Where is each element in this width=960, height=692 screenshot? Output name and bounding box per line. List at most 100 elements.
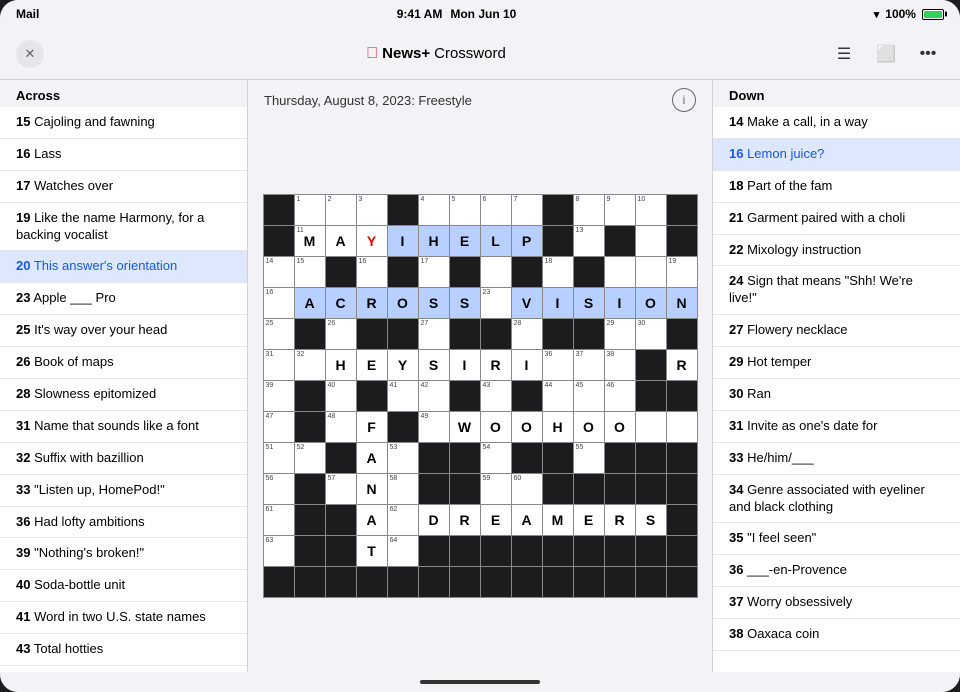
cell-4-5[interactable]: 27: [419, 319, 449, 349]
cell-4-7[interactable]: [481, 319, 511, 349]
cell-1-8[interactable]: P: [512, 226, 542, 256]
cell-5-9[interactable]: 36: [543, 350, 573, 380]
cell-9-12[interactable]: [636, 474, 666, 504]
cell-6-9[interactable]: 44: [543, 381, 573, 411]
down-clue-18[interactable]: 18 Part of the fam: [713, 171, 960, 203]
cell-8-6[interactable]: [450, 443, 480, 473]
cell-6-12[interactable]: [636, 381, 666, 411]
across-clue-28[interactable]: 28 Slowness epitomized: [0, 379, 247, 411]
cell-4-13[interactable]: [667, 319, 697, 349]
cell-7-0[interactable]: 47: [264, 412, 294, 442]
cell-7-5[interactable]: 49: [419, 412, 449, 442]
cell-3-12[interactable]: O: [636, 288, 666, 318]
cell-11-2[interactable]: [326, 536, 356, 566]
cell-0-13[interactable]: [667, 195, 697, 225]
across-clue-15[interactable]: 15 Cajoling and fawning: [0, 107, 247, 139]
cell-10-6[interactable]: R: [450, 505, 480, 535]
cell-7-9[interactable]: H: [543, 412, 573, 442]
cell-12-4[interactable]: [388, 567, 418, 597]
info-button[interactable]: i: [672, 88, 696, 112]
across-clue-23[interactable]: 23 Apple ___ Pro: [0, 283, 247, 315]
cell-2-5[interactable]: 17: [419, 257, 449, 287]
cell-2-2[interactable]: [326, 257, 356, 287]
cell-7-3[interactable]: F: [357, 412, 387, 442]
cell-4-10[interactable]: [574, 319, 604, 349]
down-clue-21[interactable]: 21 Garment paired with a choli: [713, 203, 960, 235]
down-clue-29[interactable]: 29 Hot temper: [713, 347, 960, 379]
cell-5-10[interactable]: 37: [574, 350, 604, 380]
cell-10-0[interactable]: 61: [264, 505, 294, 535]
down-clue-30[interactable]: 30 Ran: [713, 379, 960, 411]
close-button[interactable]: ✕: [16, 40, 44, 68]
list-view-button[interactable]: ☰: [828, 38, 860, 70]
cell-12-13[interactable]: [667, 567, 697, 597]
cell-11-1[interactable]: [295, 536, 325, 566]
cell-7-7[interactable]: O: [481, 412, 511, 442]
cell-12-10[interactable]: [574, 567, 604, 597]
cell-10-8[interactable]: A: [512, 505, 542, 535]
down-clue-14[interactable]: 14 Make a call, in a way: [713, 107, 960, 139]
cell-5-13[interactable]: R: [667, 350, 697, 380]
cell-1-9[interactable]: [543, 226, 573, 256]
cell-11-3[interactable]: T: [357, 536, 387, 566]
cell-4-11[interactable]: 29: [605, 319, 635, 349]
cell-6-0[interactable]: 39: [264, 381, 294, 411]
cell-4-12[interactable]: 30: [636, 319, 666, 349]
cell-0-12[interactable]: 10: [636, 195, 666, 225]
cell-2-12[interactable]: [636, 257, 666, 287]
cell-4-0[interactable]: 25: [264, 319, 294, 349]
down-clue-22[interactable]: 22 Mixology instruction: [713, 235, 960, 267]
cell-5-6[interactable]: I: [450, 350, 480, 380]
cell-1-2[interactable]: A: [326, 226, 356, 256]
cell-8-13[interactable]: [667, 443, 697, 473]
cell-7-10[interactable]: O: [574, 412, 604, 442]
cell-3-2[interactable]: C: [326, 288, 356, 318]
cell-12-12[interactable]: [636, 567, 666, 597]
cell-5-4[interactable]: Y: [388, 350, 418, 380]
cell-5-3[interactable]: E: [357, 350, 387, 380]
cell-8-0[interactable]: 51: [264, 443, 294, 473]
cell-1-11[interactable]: [605, 226, 635, 256]
across-clue-33[interactable]: 33 "Listen up, HomePod!": [0, 475, 247, 507]
down-clue-27[interactable]: 27 Flowery necklace: [713, 315, 960, 347]
cell-2-1[interactable]: 15: [295, 257, 325, 287]
cell-10-13[interactable]: [667, 505, 697, 535]
cell-3-1[interactable]: A: [295, 288, 325, 318]
cell-11-11[interactable]: [605, 536, 635, 566]
down-clue-33[interactable]: 33 He/him/___: [713, 443, 960, 475]
cell-9-7[interactable]: 59: [481, 474, 511, 504]
across-clue-40[interactable]: 40 Soda-bottle unit: [0, 570, 247, 602]
cell-0-6[interactable]: 5: [450, 195, 480, 225]
across-clue-17[interactable]: 17 Watches over: [0, 171, 247, 203]
down-clue-37[interactable]: 37 Worry obsessively: [713, 587, 960, 619]
cell-11-10[interactable]: [574, 536, 604, 566]
cell-4-3[interactable]: [357, 319, 387, 349]
cell-3-13[interactable]: N: [667, 288, 697, 318]
cell-6-5[interactable]: 42: [419, 381, 449, 411]
cell-1-13[interactable]: [667, 226, 697, 256]
cell-2-10[interactable]: [574, 257, 604, 287]
cell-5-7[interactable]: R: [481, 350, 511, 380]
cell-12-7[interactable]: [481, 567, 511, 597]
cell-12-1[interactable]: [295, 567, 325, 597]
cell-10-4[interactable]: 62: [388, 505, 418, 535]
cell-0-11[interactable]: 9: [605, 195, 635, 225]
cell-11-13[interactable]: [667, 536, 697, 566]
cell-3-11[interactable]: I: [605, 288, 635, 318]
down-clue-36[interactable]: 36 ___-en-Provence: [713, 555, 960, 587]
cell-8-4[interactable]: 53: [388, 443, 418, 473]
cell-1-6[interactable]: E: [450, 226, 480, 256]
cell-8-12[interactable]: [636, 443, 666, 473]
cell-0-2[interactable]: 2: [326, 195, 356, 225]
cell-5-0[interactable]: 31: [264, 350, 294, 380]
across-clue-26[interactable]: 26 Book of maps: [0, 347, 247, 379]
cell-4-9[interactable]: [543, 319, 573, 349]
cell-0-7[interactable]: 6: [481, 195, 511, 225]
cell-12-11[interactable]: [605, 567, 635, 597]
cell-6-6[interactable]: [450, 381, 480, 411]
down-clue-16[interactable]: 16 Lemon juice?: [713, 139, 960, 171]
cell-1-7[interactable]: L: [481, 226, 511, 256]
cell-11-6[interactable]: [450, 536, 480, 566]
cell-8-11[interactable]: [605, 443, 635, 473]
cell-3-7[interactable]: 23: [481, 288, 511, 318]
